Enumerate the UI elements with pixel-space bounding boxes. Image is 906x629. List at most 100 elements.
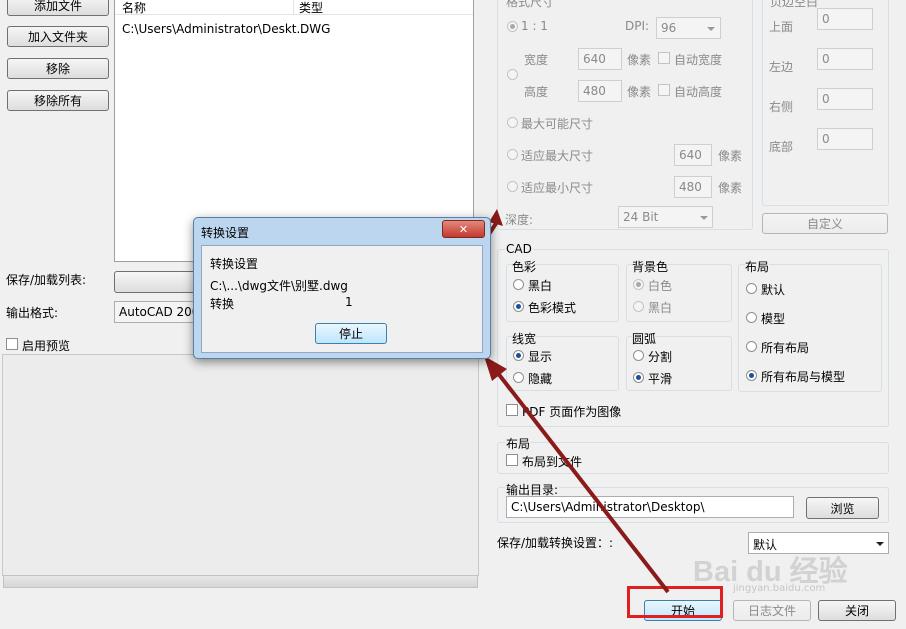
watermark-url: jingyan.baidu.com	[733, 583, 826, 594]
bg-bw-radio[interactable]	[633, 301, 644, 312]
output-format-select[interactable]: AutoCAD 2004	[114, 301, 204, 323]
cad-title: CAD	[505, 242, 533, 256]
column-header-type[interactable]: 类型	[299, 0, 323, 16]
fit-min-unit: 像素	[718, 181, 743, 195]
arc-title: 圆弧	[632, 330, 657, 347]
margins-title: 页边空白	[768, 0, 821, 10]
column-header-name[interactable]: 名称	[122, 0, 146, 16]
layout-default-radio[interactable]	[746, 283, 757, 294]
layout-default-label: 默认	[761, 283, 786, 297]
width-label: 宽度	[524, 53, 549, 67]
arc-split-radio[interactable]	[633, 350, 644, 361]
log-file-button[interactable]: 日志文件	[733, 600, 811, 621]
arc-smooth-label: 平滑	[648, 372, 673, 386]
chevron-down-icon	[876, 542, 884, 546]
depth-select[interactable]: 24 Bit	[618, 206, 713, 228]
layout-all-model-label: 所有布局与模型	[761, 370, 846, 384]
remove-button[interactable]: 移除	[7, 58, 109, 79]
auto-height-checkbox[interactable]	[658, 84, 670, 96]
output-dir-input[interactable]: C:\Users\Administrator\Desktop\	[506, 496, 794, 518]
horizontal-scrollbar[interactable]	[3, 575, 478, 588]
layout-model-radio[interactable]	[746, 312, 757, 323]
file-name-cell: C:\Users\Administrator\Deskt...	[122, 22, 308, 36]
dialog-title: 转换设置	[201, 226, 250, 240]
chevron-down-icon	[700, 216, 708, 220]
chevron-down-icon	[707, 27, 715, 31]
custom-size-radio[interactable]	[507, 69, 518, 80]
fit-max-radio[interactable]	[507, 149, 518, 160]
auto-width-checkbox[interactable]	[658, 52, 670, 64]
add-file-button[interactable]: 添加文件	[7, 0, 109, 16]
margin-right-input[interactable]: 0	[817, 88, 873, 110]
layout-all-radio[interactable]	[746, 341, 757, 352]
lineweight-title: 线宽	[512, 330, 537, 347]
ratio-1-1-label: 1 : 1	[521, 19, 548, 33]
enable-preview-checkbox[interactable]	[6, 338, 18, 350]
margin-left-label: 左边	[769, 60, 794, 74]
start-highlight-box	[627, 586, 723, 618]
conversion-dialog: 转换设置 ✕ 转换设置 C:\...\dwg文件\别墅.dwg 转换 1 停止	[193, 217, 491, 359]
margin-left-input[interactable]: 0	[817, 48, 873, 70]
save-load-list-button[interactable]	[114, 271, 204, 293]
margin-bottom-label: 底部	[769, 140, 794, 154]
remove-all-button[interactable]: 移除所有	[7, 90, 109, 111]
column-divider	[293, 0, 294, 15]
fit-max-label: 适应最大尺寸	[521, 149, 594, 163]
layout-all-model-radio[interactable]	[746, 370, 757, 381]
max-possible-label: 最大可能尺寸	[521, 117, 594, 131]
pdf-as-image-checkbox[interactable]	[506, 404, 518, 416]
lineweight-hide-radio[interactable]	[513, 372, 524, 383]
width-unit: 像素	[627, 53, 652, 67]
margin-bottom-input[interactable]: 0	[817, 128, 873, 150]
stop-button[interactable]: 停止	[315, 323, 387, 344]
color-mode-label: 色彩模式	[528, 301, 577, 315]
margin-top-input[interactable]: 0	[817, 8, 873, 30]
preview-area	[2, 354, 479, 576]
margin-top-label: 上面	[769, 20, 794, 34]
height-input[interactable]: 480	[578, 80, 622, 102]
close-button[interactable]: 关闭	[818, 600, 896, 621]
enable-preview-label: 启用预览	[22, 339, 71, 353]
color-bw-radio[interactable]	[513, 279, 524, 290]
image-size-title: 格式尺寸	[504, 0, 557, 10]
margin-right-label: 右侧	[769, 100, 794, 114]
color-mode-radio[interactable]	[513, 301, 524, 312]
bg-white-label: 白色	[648, 279, 673, 293]
lineweight-show-radio[interactable]	[513, 350, 524, 361]
lineweight-hide-label: 隐藏	[528, 372, 553, 386]
dialog-progress-label: 转换	[210, 297, 235, 311]
pdf-as-image-label: PDF 页面作为图像	[522, 405, 622, 419]
save-load-settings-label: 保存/加载转换设置：:	[497, 536, 614, 550]
max-possible-radio[interactable]	[507, 117, 518, 128]
output-format-label: 输出格式:	[6, 306, 59, 320]
dialog-file-path: C:\...\dwg文件\别墅.dwg	[210, 279, 348, 293]
bg-white-radio[interactable]	[633, 279, 644, 290]
color-bw-label: 黑白	[528, 279, 553, 293]
dpi-label: DPI:	[625, 19, 650, 33]
add-folder-button[interactable]: 加入文件夹	[7, 26, 109, 47]
fit-max-input[interactable]: 640	[674, 144, 712, 166]
arc-smooth-radio[interactable]	[633, 372, 644, 383]
layout-all-label: 所有布局	[761, 341, 810, 355]
width-input[interactable]: 640	[578, 48, 622, 70]
fit-min-radio[interactable]	[507, 181, 518, 192]
table-row[interactable]: C:\Users\Administrator\Deskt... DWG	[115, 21, 473, 39]
bg-bw-label: 黑白	[648, 301, 673, 315]
fit-min-label: 适应最小尺寸	[521, 181, 594, 195]
layout-to-file-label: 布局到文件	[522, 455, 583, 469]
lineweight-show-label: 显示	[528, 350, 553, 364]
browse-button[interactable]: 浏览	[806, 497, 879, 519]
layout-to-file-checkbox[interactable]	[506, 454, 518, 466]
arc-split-label: 分割	[648, 350, 673, 364]
file-list-header	[115, 0, 473, 15]
dialog-progress-count: 1	[345, 295, 353, 309]
save-load-list-label: 保存/加载列表:	[6, 273, 87, 287]
fit-max-unit: 像素	[718, 149, 743, 163]
auto-width-label: 自动宽度	[674, 53, 723, 67]
custom-button[interactable]: 自定义	[762, 213, 888, 234]
dialog-close-button[interactable]: ✕	[442, 220, 485, 238]
ratio-1-1-radio[interactable]	[507, 21, 518, 32]
fit-min-input[interactable]: 480	[674, 176, 712, 198]
close-icon: ✕	[458, 222, 469, 236]
dialog-body: 转换设置 C:\...\dwg文件\别墅.dwg 转换 1 停止	[201, 245, 483, 353]
